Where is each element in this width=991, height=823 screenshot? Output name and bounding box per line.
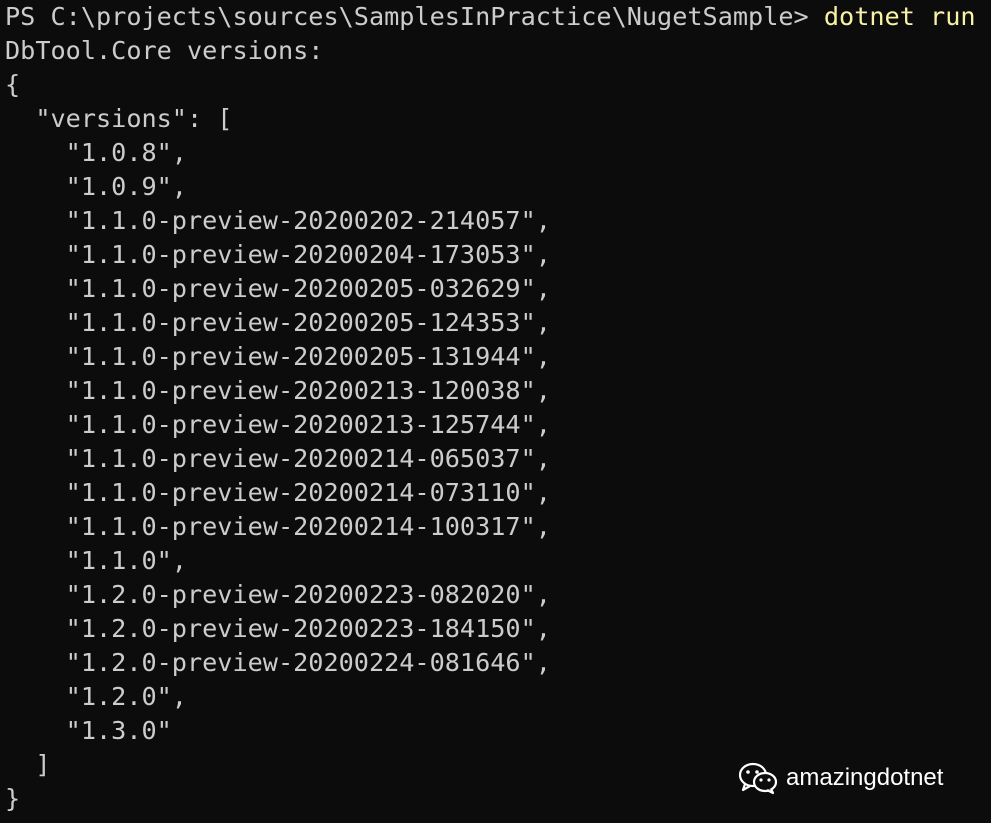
version-line: "1.0.9", (5, 172, 187, 201)
prompt-command: dotnet run (823, 2, 976, 31)
terminal-window[interactable]: PS C:\projects\sources\SamplesInPractice… (0, 0, 991, 823)
json-open-brace: { (5, 70, 21, 99)
version-line: "1.2.0-preview-20200223-082020", (5, 580, 551, 609)
json-versions-key: "versions": [ (5, 104, 233, 133)
version-line: "1.1.0-preview-20200214-100317", (5, 512, 551, 541)
wechat-icon (738, 761, 778, 795)
version-line: "1.2.0", (5, 682, 187, 711)
version-line: "1.3.0" (5, 716, 172, 745)
version-line: "1.1.0-preview-20200204-173053", (5, 240, 551, 269)
version-line: "1.1.0-preview-20200202-214057", (5, 206, 551, 235)
version-line: "1.2.0-preview-20200224-081646", (5, 648, 551, 677)
prompt-path: PS C:\projects\sources\SamplesInPractice… (5, 2, 824, 31)
prompt-line: PS C:\projects\sources\SamplesInPractice… (5, 0, 991, 34)
version-line: "1.0.8", (5, 138, 187, 167)
version-line: "1.2.0-preview-20200223-184150", (5, 614, 551, 643)
version-line: "1.1.0-preview-20200205-131944", (5, 342, 551, 371)
version-line: "1.1.0-preview-20200205-124353", (5, 308, 551, 337)
version-line: "1.1.0-preview-20200213-120038", (5, 376, 551, 405)
watermark-text: amazingdotnet (786, 764, 944, 791)
version-line: "1.1.0-preview-20200214-073110", (5, 478, 551, 507)
watermark: amazingdotnet (738, 758, 943, 798)
version-line: "1.1.0", (5, 546, 187, 575)
version-line: "1.1.0-preview-20200214-065037", (5, 444, 551, 473)
output-heading: DbTool.Core versions: (5, 36, 324, 65)
version-line: "1.1.0-preview-20200205-032629", (5, 274, 551, 303)
version-line: "1.1.0-preview-20200213-125744", (5, 410, 551, 439)
